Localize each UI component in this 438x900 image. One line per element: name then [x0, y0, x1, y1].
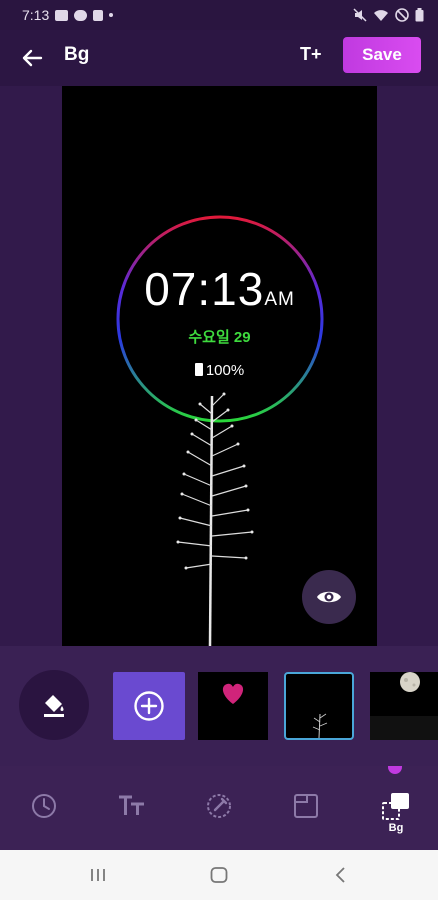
- frame-icon: [294, 794, 318, 818]
- background-thumbnail-heart[interactable]: [198, 672, 268, 740]
- text-size-icon: [119, 795, 144, 815]
- map-icon: [93, 9, 104, 21]
- status-time: 7:13: [22, 7, 50, 23]
- fill-color-button[interactable]: [19, 670, 89, 740]
- dnd-icon: [395, 8, 409, 22]
- status-bar: 7:13: [0, 0, 438, 30]
- battery-icon: [415, 8, 424, 22]
- tab-bg-label: Bg: [388, 822, 404, 834]
- canvas-area: 07:13AM 수요일 29 100%: [0, 86, 438, 646]
- back-nav-icon[interactable]: [330, 864, 352, 886]
- add-text-button[interactable]: T+: [300, 44, 322, 65]
- gallery-icon: [55, 9, 69, 21]
- notification-dot-icon: [109, 13, 114, 17]
- plus-circle-icon: [134, 691, 164, 721]
- preview-toggle-button[interactable]: [302, 570, 356, 624]
- back-button[interactable]: [20, 46, 44, 70]
- background-thumbnail-grass[interactable]: [284, 672, 354, 740]
- background-thumbnail-moon[interactable]: [370, 672, 438, 740]
- clock-battery: 100%: [62, 362, 377, 379]
- tab-color[interactable]: [199, 786, 239, 826]
- wallpaper-preview[interactable]: 07:13AM 수요일 29 100%: [62, 86, 377, 646]
- tab-active-indicator: [388, 766, 402, 774]
- arrow-left-icon: [22, 49, 43, 67]
- wifi-icon: [374, 9, 388, 21]
- tab-bg[interactable]: [376, 786, 416, 826]
- add-background-button[interactable]: [113, 672, 185, 740]
- grass-thumbnail-image: [312, 713, 328, 738]
- color-picker-icon: [207, 794, 231, 818]
- save-button[interactable]: Save: [343, 37, 421, 73]
- app-bar: Bg T+ Save: [0, 30, 438, 86]
- tab-clock[interactable]: [24, 786, 64, 826]
- page-title: Bg: [64, 44, 90, 65]
- status-left: 7:13: [22, 7, 114, 23]
- tab-bar: [0, 766, 438, 850]
- background-picker: [0, 646, 438, 766]
- background-icon: [382, 793, 409, 820]
- heart-icon: [222, 683, 244, 704]
- clock-icon: [32, 794, 56, 818]
- clock-ampm: AM: [264, 289, 295, 310]
- battery-value: 100%: [205, 362, 245, 379]
- mute-icon: [353, 8, 367, 22]
- cloud-icon: [74, 9, 88, 21]
- tab-layout[interactable]: [286, 786, 326, 826]
- battery-small-icon: [194, 363, 203, 376]
- recent-apps-icon[interactable]: [87, 864, 109, 886]
- moon-image: [370, 672, 438, 740]
- eye-icon: [317, 591, 341, 603]
- paint-bucket-icon: [44, 695, 64, 717]
- clock-time: 07:13AM: [62, 262, 377, 316]
- system-nav-bar: [0, 850, 438, 900]
- clock-date: 수요일 29: [188, 329, 251, 346]
- grass-plant-image: [176, 392, 254, 646]
- tab-text[interactable]: [112, 786, 152, 826]
- clock-time-value: 07:13: [144, 263, 265, 315]
- home-icon[interactable]: [208, 864, 230, 886]
- status-right: [353, 8, 424, 22]
